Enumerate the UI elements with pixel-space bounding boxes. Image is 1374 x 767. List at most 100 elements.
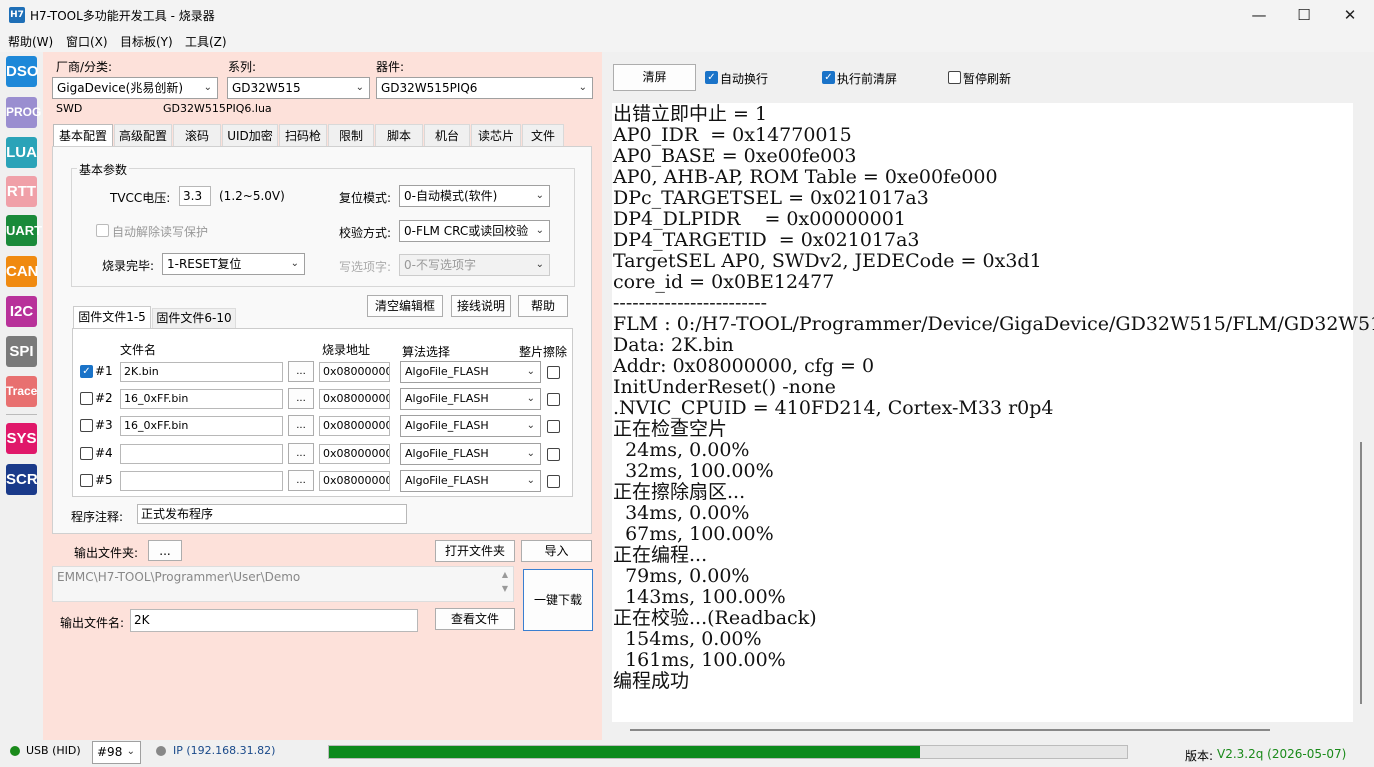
file-address-input[interactable]: 0x08000000: [319, 471, 390, 491]
vendor-select[interactable]: GigaDevice(兆易创新) ⌄: [52, 77, 218, 99]
tab-scanner[interactable]: 扫码枪: [279, 124, 327, 146]
tool-trace-button[interactable]: Trace: [6, 376, 37, 407]
tab-basic[interactable]: 基本配置: [53, 124, 113, 146]
device-number-select[interactable]: #98 ⌄: [92, 741, 141, 764]
tab-file[interactable]: 文件: [522, 124, 564, 146]
tool-scr-button[interactable]: SCR: [6, 464, 38, 495]
file-algo-select[interactable]: AlgoFile_FLASH ⌄: [400, 388, 541, 410]
file-address-input[interactable]: 0x08000000: [319, 444, 390, 464]
file-name-input[interactable]: [120, 471, 283, 491]
file-algo-select[interactable]: AlgoFile_FLASH ⌄: [400, 361, 541, 383]
file-browse-button[interactable]: ...: [288, 470, 314, 491]
series-select[interactable]: GD32W515 ⌄: [227, 77, 370, 99]
tool-prog-button[interactable]: PROG: [6, 97, 41, 128]
file-enable-checkbox[interactable]: ✓: [80, 365, 93, 378]
open-folder-button[interactable]: 打开文件夹: [435, 540, 515, 562]
chevron-down-icon: ⌄: [535, 190, 544, 201]
tab-advanced[interactable]: 高级配置: [114, 124, 172, 146]
log-horizontal-scrollbar[interactable]: [630, 729, 1270, 731]
file-name-input[interactable]: [120, 444, 283, 464]
file-name-input[interactable]: 2K.bin: [120, 362, 283, 382]
tool-spi-button[interactable]: SPI: [6, 336, 37, 367]
reset-mode-select[interactable]: 0-自动模式(软件) ⌄: [399, 185, 550, 207]
output-name-input[interactable]: 2K: [130, 609, 418, 632]
log-line: 正在检查空片: [613, 418, 728, 440]
clear-before-checkbox[interactable]: ✓: [822, 71, 835, 84]
file-browse-button[interactable]: ...: [288, 388, 314, 409]
close-icon[interactable]: ✕: [1327, 0, 1373, 30]
tvcc-input[interactable]: 3.3: [179, 186, 211, 206]
auto-wrap-checkbox[interactable]: ✓: [705, 71, 718, 84]
help-button[interactable]: 帮助: [518, 295, 568, 317]
minimize-icon[interactable]: —: [1236, 0, 1282, 30]
tab-firmware-1-5[interactable]: 固件文件1-5: [73, 306, 151, 328]
file-enable-checkbox[interactable]: [80, 392, 93, 405]
series-value: GD32W515: [232, 81, 301, 95]
tab-read-chip[interactable]: 读芯片: [471, 124, 521, 146]
clear-buffer-button[interactable]: 清空编辑框: [367, 295, 443, 317]
full-erase-checkbox[interactable]: [547, 475, 560, 488]
log-line: 出错立即中止 = 1: [613, 103, 768, 125]
log-line: DP4_DLPIDR = 0x00000001: [613, 208, 906, 230]
log-vertical-scrollbar[interactable]: [1360, 442, 1362, 704]
tab-rolling-code[interactable]: 滚码: [173, 124, 221, 146]
wiring-button[interactable]: 接线说明: [451, 295, 511, 317]
file-enable-checkbox[interactable]: [80, 419, 93, 432]
reset-mode-label: 复位模式:: [339, 191, 392, 205]
pause-refresh-checkbox[interactable]: [948, 71, 961, 84]
menu-tools[interactable]: 工具(Z): [185, 33, 227, 50]
done-action-select[interactable]: 1-RESET复位 ⌄: [162, 253, 305, 275]
file-algo-select[interactable]: AlgoFile_FLASH ⌄: [400, 443, 541, 465]
view-file-button[interactable]: 查看文件: [435, 608, 515, 630]
tool-rtt-button[interactable]: RTT: [6, 176, 37, 207]
file-browse-button[interactable]: ...: [288, 415, 314, 436]
full-erase-checkbox[interactable]: [547, 420, 560, 433]
chevron-down-icon: ⌄: [526, 393, 535, 404]
file-name-input[interactable]: 16_0xFF.bin: [120, 389, 283, 409]
file-enable-checkbox[interactable]: [80, 447, 93, 460]
full-erase-checkbox[interactable]: [547, 448, 560, 461]
log-line: TargetSEL AP0, SWDv2, JEDECode = 0x3d1: [613, 250, 1042, 272]
chevron-down-icon: ⌄: [126, 746, 135, 757]
file-algo-select[interactable]: AlgoFile_FLASH ⌄: [400, 470, 541, 492]
tab-script[interactable]: 脚本: [375, 124, 423, 146]
full-erase-checkbox[interactable]: [547, 393, 560, 406]
tool-dso-button[interactable]: DSO: [6, 56, 39, 87]
done-action-value: 1-RESET复位: [167, 257, 242, 271]
menu-target-board[interactable]: 目标板(Y): [120, 33, 173, 50]
file-enable-checkbox[interactable]: [80, 474, 93, 487]
tool-sys-button[interactable]: SYS: [6, 423, 37, 454]
file-browse-button[interactable]: ...: [288, 361, 314, 382]
one-click-download-button[interactable]: 一键下载: [523, 569, 593, 631]
scroll-arrows-icon[interactable]: ▲ ▼: [498, 568, 512, 600]
file-address-input[interactable]: 0x08000000: [319, 389, 390, 409]
file-row-number: #4: [95, 446, 113, 460]
menu-window[interactable]: 窗口(X): [66, 33, 108, 50]
note-input[interactable]: 正式发布程序: [137, 504, 407, 524]
auto-unlock-checkbox[interactable]: [96, 224, 109, 237]
tool-can-button[interactable]: CAN: [6, 256, 39, 287]
file-address-input[interactable]: 0x08000000: [319, 362, 390, 382]
file-browse-button[interactable]: ...: [288, 443, 314, 464]
tab-limit[interactable]: 限制: [328, 124, 374, 146]
import-button[interactable]: 导入: [521, 540, 592, 562]
maximize-icon[interactable]: ☐: [1281, 0, 1327, 30]
option-bytes-select[interactable]: 0-不写选项字 ⌄: [399, 254, 550, 276]
file-name-input[interactable]: 16_0xFF.bin: [120, 416, 283, 436]
tab-machine[interactable]: 机台: [424, 124, 470, 146]
chevron-down-icon: ⌄: [535, 259, 544, 270]
log-line: 编程成功: [613, 670, 690, 692]
tool-lua-button[interactable]: LUA: [6, 137, 37, 168]
tab-firmware-6-10[interactable]: 固件文件6-10: [152, 308, 236, 328]
tool-uart-button[interactable]: UART: [6, 215, 42, 246]
menu-help[interactable]: 帮助(W): [8, 33, 53, 50]
clear-screen-button[interactable]: 清屏: [613, 64, 696, 91]
output-browse-button[interactable]: ...: [148, 540, 182, 561]
verify-select[interactable]: 0-FLM CRC或读回校验 ⌄: [399, 220, 550, 242]
full-erase-checkbox[interactable]: [547, 366, 560, 379]
tool-i2c-button[interactable]: I2C: [6, 296, 37, 327]
part-select[interactable]: GD32W515PIQ6 ⌄: [376, 77, 593, 99]
tab-uid-encrypt[interactable]: UID加密: [222, 124, 278, 146]
file-algo-select[interactable]: AlgoFile_FLASH ⌄: [400, 415, 541, 437]
file-address-input[interactable]: 0x08000000: [319, 416, 390, 436]
